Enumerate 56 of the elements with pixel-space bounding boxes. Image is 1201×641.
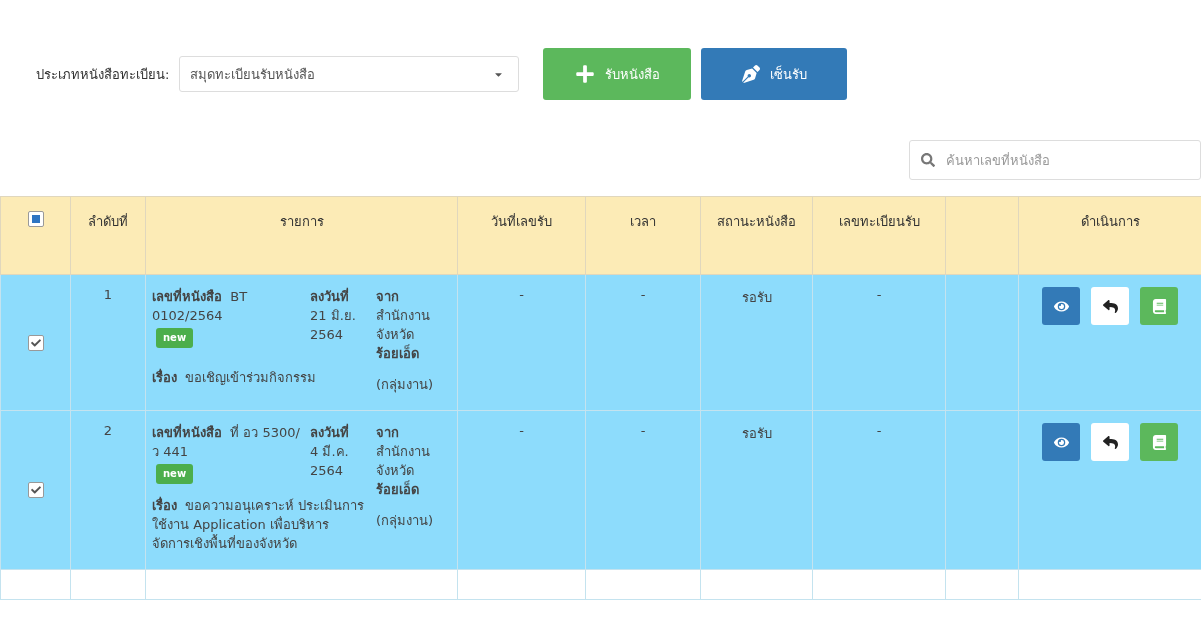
sign-button[interactable]: เซ็นรับ xyxy=(701,48,848,100)
reply-button[interactable] xyxy=(1091,287,1129,325)
book-button[interactable] xyxy=(1140,423,1178,461)
from-label: จาก xyxy=(376,425,399,440)
date-label: ลงวันที่ xyxy=(310,289,349,304)
row-checkbox[interactable] xyxy=(27,334,44,351)
reply-arrow-icon xyxy=(1102,298,1118,314)
table-cell: - xyxy=(457,410,586,570)
sender-group: (กลุ่มงาน) xyxy=(376,377,434,392)
book-button[interactable] xyxy=(1140,287,1178,325)
document-number: เลขที่หนังสือ ที่ อว 5300/ว 441 xyxy=(152,425,300,459)
subject-text: เรื่อง ขอเชิญเข้าร่วมกิจกรรม xyxy=(152,369,317,385)
document-date: 4 มี.ค. 2564 xyxy=(310,444,349,478)
select-all-checkbox[interactable] xyxy=(27,211,44,227)
plus-icon xyxy=(574,64,595,84)
table-cell: 2 xyxy=(70,410,146,570)
checkmark-icon xyxy=(30,485,41,495)
document-date: 21 มิ.ย. 2564 xyxy=(310,308,356,342)
search-field[interactable]: ค้นหาเลขที่หนังสือ xyxy=(909,140,1201,180)
column-header: วันที่เลขรับ xyxy=(457,196,586,275)
status-cell: รอรับ xyxy=(700,274,813,411)
status-cell: รอรับ xyxy=(700,410,813,570)
table-cell: 1 xyxy=(70,274,146,411)
book-icon xyxy=(1151,434,1167,450)
row-checkbox[interactable] xyxy=(27,482,44,498)
pen-icon xyxy=(741,65,760,83)
column-header: รายการ xyxy=(145,196,458,275)
subject-text: เรื่อง ขอความอนุเคราะห์ ประเมินการใช้งาน Application เพื่อบริหาร จัดการเชิงพื้นที่ของจังหวัด xyxy=(152,498,365,551)
search-icon xyxy=(921,153,935,167)
sender-group: (กลุ่มงาน) xyxy=(376,513,434,528)
table-cell: - xyxy=(585,410,701,570)
table-cell: - xyxy=(457,274,586,411)
table-cell: - xyxy=(585,274,701,411)
view-button[interactable] xyxy=(1042,287,1080,325)
reply-button[interactable] xyxy=(1091,423,1129,461)
table-cell: - xyxy=(812,410,946,570)
column-header: สถานะหนังสือ xyxy=(700,196,813,275)
new-badge: new xyxy=(156,464,194,484)
sender-office: สำนักงาน จังหวัด ร้อยเอ็ด xyxy=(376,444,430,497)
sender-office: สำนักงาน จังหวัด ร้อยเอ็ด xyxy=(376,308,430,361)
table-cell: - xyxy=(812,274,946,411)
book-icon xyxy=(1151,298,1167,314)
filter-label: ประเภทหนังสือทะเบียน: xyxy=(36,65,170,84)
document-number: เลขที่หนังสือ BT 0102/2564 xyxy=(152,289,248,323)
reply-arrow-icon xyxy=(1102,434,1118,450)
checkmark-icon xyxy=(30,337,41,348)
column-header: ดำเนินการ xyxy=(1018,196,1201,275)
receive-button[interactable]: รับหนังสือ xyxy=(543,48,692,100)
view-button[interactable] xyxy=(1042,423,1080,461)
date-label: ลงวันที่ xyxy=(310,425,349,440)
column-header: เลขทะเบียนรับ xyxy=(812,196,946,275)
column-header: ลำดับที่ xyxy=(70,196,146,275)
from-label: จาก xyxy=(376,289,399,304)
register-type-dropdown[interactable]: สมุดทะเบียนรับหนังสือ xyxy=(179,56,520,92)
new-badge: new xyxy=(156,328,194,348)
column-header: เวลา xyxy=(585,196,701,275)
